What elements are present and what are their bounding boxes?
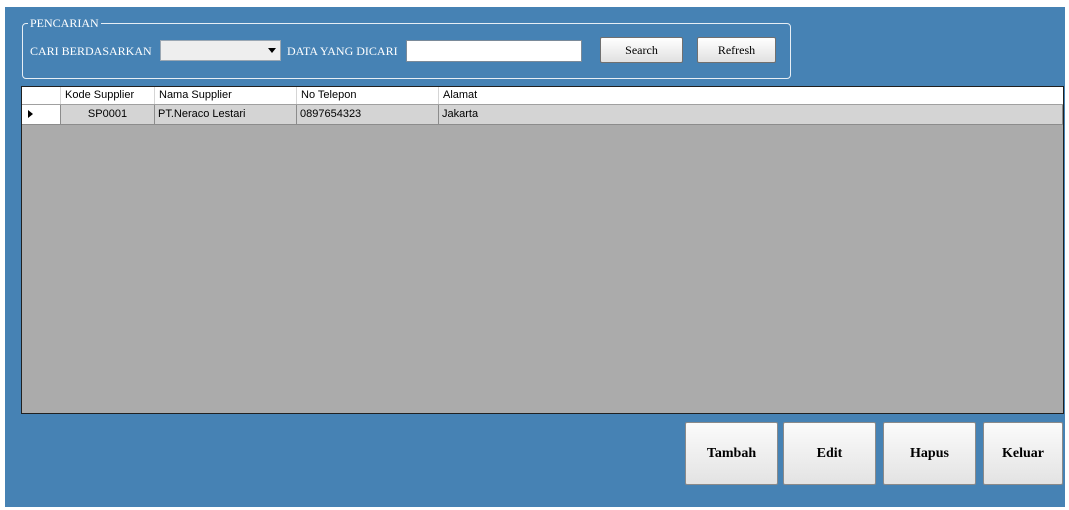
grid-header: Kode Supplier Nama Supplier No Telepon A… (22, 87, 1063, 105)
search-input[interactable] (406, 40, 582, 62)
cell-alamat[interactable]: Jakarta (439, 105, 1063, 124)
column-header-nama[interactable]: Nama Supplier (155, 87, 297, 104)
column-header-telepon[interactable]: No Telepon (297, 87, 439, 104)
exit-button[interactable]: Keluar (983, 422, 1063, 485)
chevron-down-icon[interactable] (268, 48, 276, 53)
row-header-corner (22, 87, 61, 104)
search-by-label: CARI BERDASARKAN (30, 44, 152, 58)
table-row[interactable]: SP0001 PT.Neraco Lestari 0897654323 Jaka… (22, 105, 1063, 125)
column-header-alamat[interactable]: Alamat (439, 87, 1063, 104)
delete-button[interactable]: Hapus (883, 422, 976, 485)
current-row-arrow-icon (28, 110, 33, 118)
row-header[interactable] (22, 105, 61, 124)
cell-nama[interactable]: PT.Neraco Lestari (155, 105, 297, 124)
search-group-title: PENCARIAN (28, 15, 101, 31)
cell-telepon[interactable]: 0897654323 (297, 105, 439, 124)
search-by-dropdown[interactable] (160, 40, 281, 61)
supplier-grid[interactable]: Kode Supplier Nama Supplier No Telepon A… (21, 86, 1064, 414)
search-text-label: DATA YANG DICARI (287, 44, 398, 58)
search-button[interactable]: Search (600, 37, 683, 63)
cell-kode[interactable]: SP0001 (61, 105, 155, 124)
refresh-button[interactable]: Refresh (697, 37, 776, 63)
supplier-form: PENCARIAN CARI BERDASARKAN DATA YANG DIC… (5, 7, 1065, 507)
edit-button[interactable]: Edit (783, 422, 876, 485)
add-button[interactable]: Tambah (685, 422, 778, 485)
column-header-kode[interactable]: Kode Supplier (61, 87, 155, 104)
